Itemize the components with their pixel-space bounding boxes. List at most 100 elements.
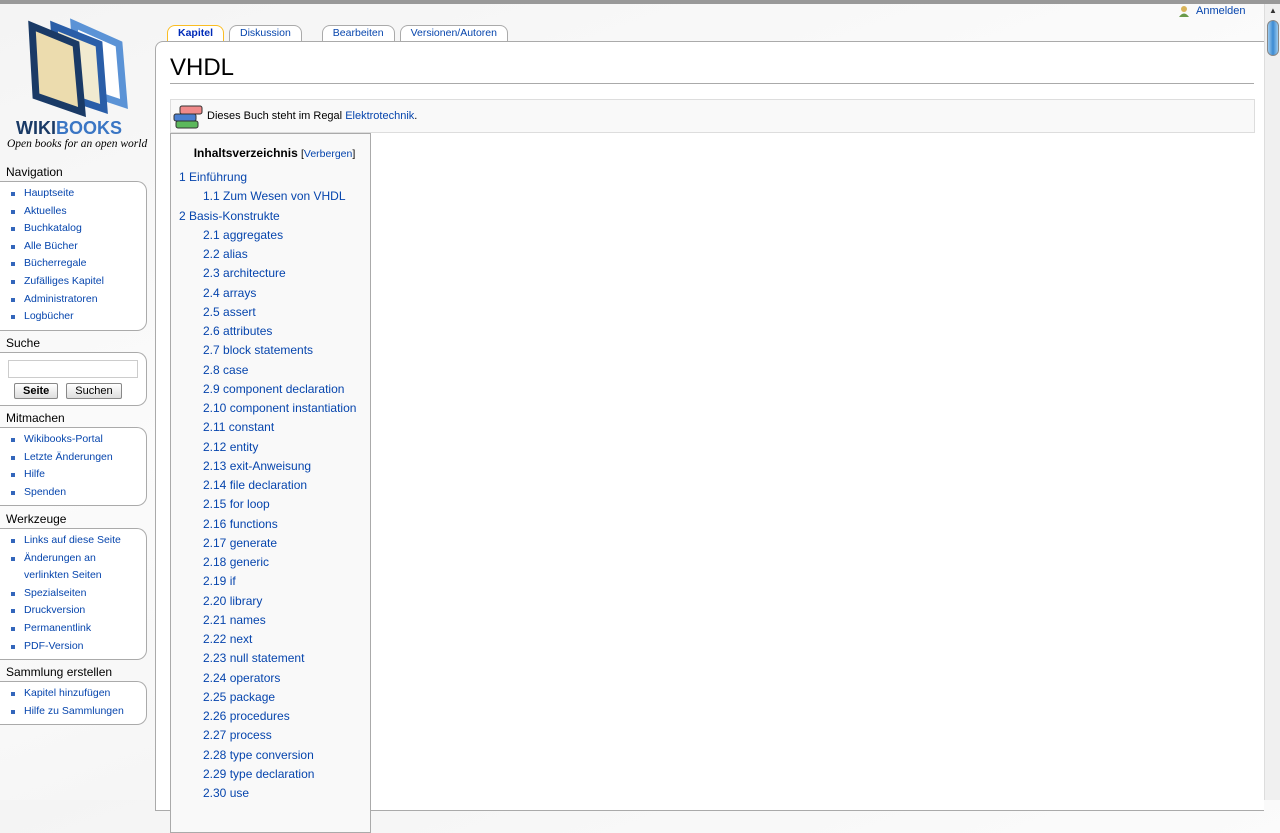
toc-item: 2.28 type conversion: [179, 746, 370, 765]
sidebar-link[interactable]: Spezialseiten: [24, 587, 86, 599]
sidebar-link[interactable]: Bücherregale: [24, 257, 86, 269]
tab-versionen[interactable]: Versionen/Autoren: [399, 25, 508, 42]
tab-kapitel[interactable]: Kapitel: [167, 25, 225, 42]
toc-link[interactable]: 1.1 Zum Wesen von VHDL: [203, 189, 346, 203]
toc-item: 2.20 library: [179, 592, 370, 611]
toc-link[interactable]: 2.13 exit-Anweisung: [203, 459, 311, 473]
login-label[interactable]: Anmelden: [1196, 5, 1246, 17]
participate-portlet: Mitmachen Wikibooks-Portal Letzte Änderun…: [0, 411, 147, 507]
toc-title: Inhaltsverzeichnis: [193, 146, 298, 160]
toc-link[interactable]: 2.28 type conversion: [203, 748, 314, 762]
scroll-up-icon[interactable]: ▲: [1269, 6, 1277, 15]
navigation-portlet: Navigation Hauptseite Aktuelles Buchkatalo…: [0, 165, 147, 331]
toc-link[interactable]: 2.7 block statements: [203, 343, 313, 357]
sidebar-link[interactable]: Hilfe zu Sammlungen: [24, 705, 124, 717]
vertical-scrollbar[interactable]: ▲: [1264, 4, 1280, 800]
toc-link[interactable]: 1 Einführung: [179, 170, 247, 184]
sidebar-link[interactable]: Aktuelles: [24, 205, 67, 217]
sidebar-item: Hilfe: [10, 466, 146, 484]
toc-link[interactable]: 2.30 use: [203, 786, 249, 800]
sidebar-link[interactable]: Kapitel hinzufügen: [24, 687, 110, 699]
toc-link[interactable]: 2.5 assert: [203, 305, 256, 319]
toc-item: 2.14 file declaration: [179, 476, 370, 495]
toc-link[interactable]: 2.25 package: [203, 690, 275, 704]
toc-bracket: ]: [352, 148, 356, 160]
sidebar-link[interactable]: Wikibooks-Portal: [24, 433, 103, 445]
toc-item: 1 Einführung: [179, 168, 370, 187]
sidebar-item: Alle Bücher: [10, 238, 146, 256]
toc-item: 2 Basis-Konstrukte: [179, 207, 370, 226]
toc-link[interactable]: 2.9 component declaration: [203, 382, 344, 396]
sidebar-link[interactable]: Hilfe: [24, 468, 45, 480]
toc-link[interactable]: 2.12 entity: [203, 440, 258, 454]
toc-link[interactable]: 2.8 case: [203, 363, 248, 377]
tab-bearbeiten[interactable]: Bearbeiten: [321, 25, 395, 42]
sidebar-link[interactable]: Buchkatalog: [24, 222, 82, 234]
scrollbar-thumb[interactable]: [1267, 20, 1279, 56]
toc-link[interactable]: 2.3 architecture: [203, 266, 286, 280]
sidebar-link[interactable]: Letzte Änderungen: [24, 451, 113, 463]
toc-link[interactable]: 2.11 constant: [203, 420, 274, 434]
toc-link[interactable]: 2.29 type declaration: [203, 767, 314, 781]
sidebar-item: Logbücher: [10, 308, 146, 326]
toc-link[interactable]: 2.2 alias: [203, 247, 248, 261]
toc-link[interactable]: 2.24 operators: [203, 671, 280, 685]
sidebar-link[interactable]: Administratoren: [24, 293, 98, 305]
toc-item: 1.1 Zum Wesen von VHDL: [179, 187, 370, 206]
go-button[interactable]: Seite: [14, 383, 59, 399]
search-button[interactable]: Suchen: [66, 383, 122, 399]
toc-link[interactable]: 2.1 aggregates: [203, 228, 283, 242]
tools-heading: Werkzeuge: [6, 512, 67, 526]
sidebar-link[interactable]: Links auf diese Seite: [24, 534, 121, 546]
toc-link[interactable]: 2.18 generic: [203, 555, 269, 569]
toc-link[interactable]: 2.19 if: [203, 574, 236, 588]
toc-item: 2.7 block statements: [179, 341, 370, 360]
toc-link[interactable]: 2.14 file declaration: [203, 478, 307, 492]
toc-item: 2.18 generic: [179, 553, 370, 572]
toc-link[interactable]: 2.15 for loop: [203, 497, 270, 511]
toc-link[interactable]: 2.27 process: [203, 728, 272, 742]
toc-item: 2.19 if: [179, 572, 370, 591]
sidebar-link[interactable]: Logbücher: [24, 310, 74, 322]
toc-item: 2.21 names: [179, 611, 370, 630]
search-input[interactable]: [8, 360, 138, 378]
toc-link[interactable]: 2.21 names: [203, 613, 266, 627]
tab-diskussion[interactable]: Diskussion: [229, 25, 302, 42]
sidebar-link[interactable]: Spenden: [24, 486, 66, 498]
sidebar-item: Zufälliges Kapitel: [10, 273, 146, 291]
sidebar-link[interactable]: Permanentlink: [24, 622, 91, 634]
page-tabs: Kapitel Diskussion Bearbeiten Versionen/…: [167, 25, 513, 42]
user-icon: [1179, 6, 1189, 17]
regal-link[interactable]: Elektrotechnik: [345, 110, 414, 122]
wikibooks-logo[interactable]: WIKIBOOKS Open books for an open world: [4, 14, 149, 154]
login-link[interactable]: Anmelden: [1178, 5, 1246, 17]
sidebar-link[interactable]: Hauptseite: [24, 187, 74, 199]
sidebar-link[interactable]: Änderungen an: [24, 552, 96, 564]
sidebar-item: Änderungen an: [10, 550, 146, 568]
toc-link[interactable]: 2.6 attributes: [203, 324, 272, 338]
toc-link[interactable]: 2.4 arrays: [203, 286, 256, 300]
sidebar-item: Buchkatalog: [10, 220, 146, 238]
toc-link[interactable]: 2.16 functions: [203, 517, 278, 531]
toc-link[interactable]: 2.10 component instantiation: [203, 401, 356, 415]
participate-heading: Mitmachen: [6, 411, 65, 425]
sidebar-item: Links auf diese Seite: [10, 532, 146, 550]
toc-link[interactable]: 2.26 procedures: [203, 709, 290, 723]
toc-item: 2.8 case: [179, 361, 370, 380]
sidebar-link[interactable]: verlinkten Seiten: [24, 569, 102, 581]
toc-link[interactable]: 2.22 next: [203, 632, 252, 646]
sidebar-item: PDF-Version: [10, 638, 146, 656]
toc-toggle[interactable]: Verbergen: [304, 148, 352, 160]
sidebar-link[interactable]: PDF-Version: [24, 640, 84, 652]
sidebar-link[interactable]: Alle Bücher: [24, 240, 78, 252]
toc-link[interactable]: 2.20 library: [203, 594, 262, 608]
table-of-contents: Inhaltsverzeichnis [Verbergen] 1 Einführ…: [170, 133, 371, 833]
toc-link[interactable]: 2.23 null statement: [203, 651, 304, 665]
sidebar-link[interactable]: Druckversion: [24, 604, 85, 616]
sidebar-item: Permanentlink: [10, 620, 146, 638]
toc-link[interactable]: 2.17 generate: [203, 536, 277, 550]
toc-link[interactable]: 2 Basis-Konstrukte: [179, 209, 280, 223]
toc-item: 2.23 null statement: [179, 649, 370, 668]
sidebar-item: Spezialseiten: [10, 585, 146, 603]
sidebar-link[interactable]: Zufälliges Kapitel: [24, 275, 104, 287]
